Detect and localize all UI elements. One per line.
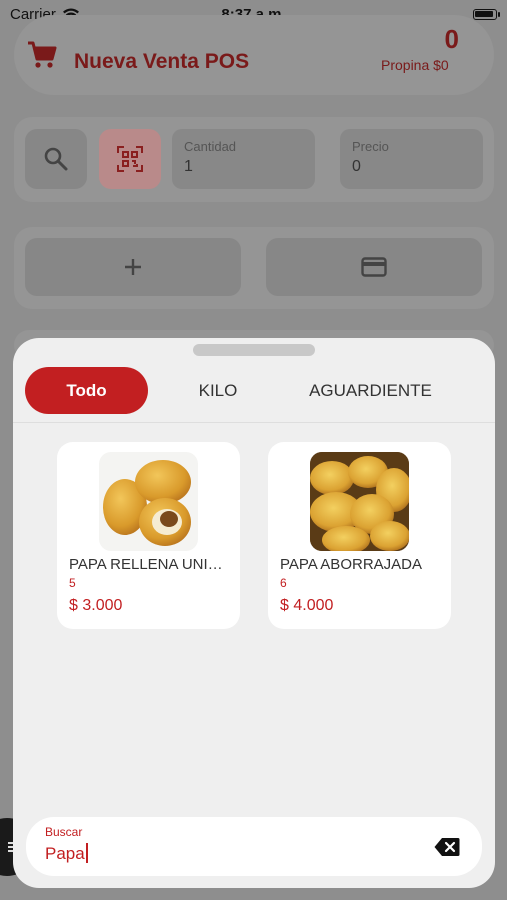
product-name: PAPA RELLENA UNID…: [69, 556, 233, 573]
qr-icon: [117, 146, 143, 172]
product-code: 6: [280, 576, 287, 590]
product-card[interactable]: PAPA RELLENA UNID… 5 $ 3.000: [57, 442, 240, 629]
cart-icon: [28, 41, 57, 68]
text-caret: [85, 843, 88, 863]
precio-field[interactable]: Precio 0: [340, 129, 483, 189]
page-title: Nueva Venta POS: [74, 50, 250, 73]
qr-scan-button[interactable]: [99, 129, 161, 189]
action-row-card: [14, 227, 494, 309]
add-button[interactable]: [25, 238, 241, 296]
propina-label: Propina $0: [381, 57, 449, 73]
tab-aguardiente[interactable]: AGUARDIENTE: [293, 367, 448, 414]
search-button[interactable]: [25, 129, 87, 189]
cantidad-value: 1: [184, 158, 193, 175]
papa-rellena-image: [103, 460, 191, 546]
cantidad-field[interactable]: Cantidad 1: [172, 129, 315, 189]
category-tabs: Todo KILO AGUARDIENTE: [13, 367, 495, 417]
sale-counter: 0: [444, 24, 459, 54]
search-input[interactable]: Buscar Papa: [26, 817, 482, 876]
payment-button[interactable]: [266, 238, 482, 296]
input-row-card: Cantidad 1 Precio 0: [14, 117, 494, 202]
credit-card-icon: [361, 257, 387, 277]
precio-label: Precio: [352, 139, 389, 154]
sheet-grabber[interactable]: [193, 344, 315, 356]
product-picker-sheet: Todo KILO AGUARDIENTE PAPA RELLENA UNID……: [13, 338, 495, 888]
cantidad-label: Cantidad: [184, 139, 237, 154]
papa-aborrajada-image: [310, 452, 409, 551]
tabs-divider: [13, 422, 495, 423]
product-price: $ 3.000: [69, 597, 123, 614]
tab-kilo[interactable]: KILO: [178, 367, 258, 414]
product-code: 5: [69, 576, 76, 590]
product-image: [99, 452, 198, 551]
tab-todo[interactable]: Todo: [25, 367, 148, 414]
product-price: $ 4.000: [280, 597, 334, 614]
product-card[interactable]: PAPA ABORRAJADA 6 $ 4.000: [268, 442, 451, 629]
search-text: Papa: [45, 844, 85, 863]
product-name: PAPA ABORRAJADA: [280, 556, 422, 573]
search-value: Papa: [45, 843, 88, 864]
plus-icon: [125, 259, 141, 275]
precio-value: 0: [352, 158, 361, 175]
backspace-clear-icon[interactable]: [434, 837, 460, 857]
search-icon: [44, 147, 68, 171]
product-image: [310, 452, 409, 551]
search-label: Buscar: [45, 825, 83, 839]
battery-icon: [473, 8, 500, 20]
